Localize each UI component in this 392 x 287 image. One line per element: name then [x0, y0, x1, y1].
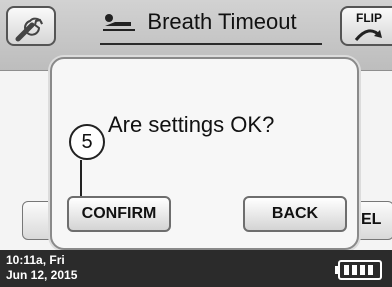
back-button[interactable]: BACK — [243, 196, 347, 232]
callout-number-badge: 5 — [69, 124, 105, 160]
callout-leader-line — [80, 160, 82, 198]
page-title: Breath Timeout — [147, 9, 297, 34]
battery-cell — [360, 265, 365, 275]
flip-label: FLIP — [356, 11, 382, 25]
battery-cell — [352, 265, 357, 275]
settings-button[interactable] — [6, 6, 56, 46]
status-bar: 10:11a, Fri Jun 12, 2015 — [0, 250, 392, 287]
flip-button[interactable]: FLIP — [340, 6, 392, 46]
ventilator-screen: Breath Timeout FLIP EL Are settings OK? … — [0, 0, 392, 287]
background-cancel-fragment: EL — [361, 211, 382, 228]
status-time: 10:11a, Fri — [6, 253, 65, 267]
battery-cell — [368, 265, 373, 275]
patient-lying-icon — [103, 14, 136, 31]
confirm-settings-dialog: Are settings OK? 5 CONFIRM BACK — [50, 57, 359, 250]
confirm-button[interactable]: CONFIRM — [67, 196, 171, 232]
battery-cell — [344, 265, 349, 275]
dialog-message: Are settings OK? — [108, 112, 275, 137]
status-date: Jun 12, 2015 — [6, 268, 78, 282]
page-title-area: Breath Timeout — [62, 0, 336, 44]
title-underline — [100, 43, 322, 45]
battery-icon — [338, 260, 382, 280]
flip-arrow-icon — [354, 29, 382, 41]
wrench-icon — [15, 17, 43, 42]
